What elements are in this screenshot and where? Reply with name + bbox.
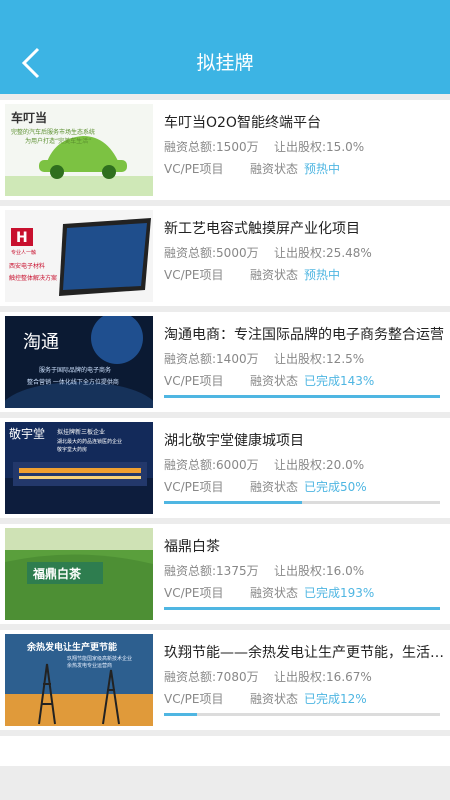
project-name: 湖北敬宇堂健康城项目 [164,433,304,449]
financing-total: 融资总额:1375万 [164,564,259,578]
status-badge: 预热中 [304,162,341,176]
nav-bar: 拟挂牌 [0,32,450,94]
equity-offered: 让出股权:20.0% [274,458,365,472]
project-type: VC/PE项目 [164,586,224,600]
thumb-caption: 为用户打造“完美车生活” [25,137,91,145]
status-label: 融资状态 [250,586,299,600]
thumb-brand: 敬宇堂 [9,427,45,441]
project-thumbnail: 车叮当 完整的汽车后服务市场生态系统 为用户打造“完美车生活” [5,104,153,196]
project-name: 淘通电商：专注国际品牌的电子商务整合运营 [164,327,444,343]
project-name: 新工艺电容式触摸屏产业化项目 [164,221,360,237]
progress-bar [164,713,440,716]
project-type: VC/PE项目 [164,268,224,282]
project-thumbnail: H 专业人一触 西安电子材料 触控整体解决方案 [5,210,153,302]
equity-offered: 让出股权:15.0% [274,140,365,154]
page-title: 拟挂牌 [196,52,254,74]
status-label: 融资状态 [250,162,299,176]
thumb-caption: 专业人一触 [11,249,36,256]
thumb-caption: 服务于国际品牌的电子商务 [39,366,111,374]
financing-total: 融资总额:1500万 [164,140,259,154]
project-type: VC/PE项目 [164,692,224,706]
project-name: 车叮当O2O智能终端平台 [164,115,321,131]
project-thumbnail: 淘通 服务于国际品牌的电子商务 整合营销 一体化线下全方位提供商 [5,316,153,408]
financing-total: 融资总额:1400万 [164,352,259,366]
project-card-partial[interactable] [0,736,450,766]
project-card[interactable]: H 专业人一触 西安电子材料 触控整体解决方案 新工艺电容式触摸屏产业化项目 融… [0,206,450,306]
progress-fill [164,501,302,504]
progress-fill [164,607,440,610]
project-type: VC/PE项目 [164,162,224,176]
project-card[interactable]: 福鼎白茶 福鼎白茶 融资总额:1375万 让出股权:16.0% VC/PE项目 … [0,524,450,624]
status-badge: 已完成193% [304,586,375,600]
thumb-caption: 触控整体解决方案 [9,274,57,282]
thumb-caption: 完整的汽车后服务市场生态系统 [11,128,95,136]
thumb-brand: 福鼎白茶 [32,566,82,581]
thumb-caption: 余热发电专业运营商 [67,662,112,669]
thumb-brand: 车叮当 [11,110,47,125]
project-card[interactable]: 淘通 服务于国际品牌的电子商务 整合营销 一体化线下全方位提供商 淘通电商：专注… [0,312,450,412]
thumb-caption: 玖翔节能国家级高新技术企业 [67,655,132,662]
status-label: 融资状态 [250,692,299,706]
thumb-brand: 淘通 [23,332,59,353]
thumb-brand: 余热发电让生产更节能 [26,641,117,653]
project-card[interactable]: 车叮当 完整的汽车后服务市场生态系统 为用户打造“完美车生活” 车叮当O2O智能… [0,100,450,200]
project-list: 车叮当 完整的汽车后服务市场生态系统 为用户打造“完美车生活” 车叮当O2O智能… [0,94,450,766]
financing-total: 融资总额:5000万 [164,246,259,260]
equity-offered: 让出股权:16.0% [274,564,365,578]
progress-fill [164,395,440,398]
status-badge: 已完成12% [304,692,367,706]
financing-total: 融资总额:6000万 [164,458,259,472]
project-type: VC/PE项目 [164,480,224,494]
project-thumbnail: 敬宇堂 拟挂牌新三板企业 湖北最大的药品连锁医药企业 敬宇堂大药房 [5,422,153,514]
status-badge: 已完成50% [304,480,367,494]
thumb-brand: H [16,230,28,246]
status-bar [0,0,450,32]
progress-bar [164,607,440,610]
project-thumbnail: 余热发电让生产更节能 玖翔节能国家级高新技术企业 余热发电专业运营商 [5,634,153,726]
progress-fill [164,713,198,716]
project-card[interactable]: 余热发电让生产更节能 玖翔节能国家级高新技术企业 余热发电专业运营商 玖翔节能—… [0,630,450,730]
project-name: 玖翔节能——余热发电让生产更节能，生活更美好 [164,645,444,661]
project-name: 福鼎白茶 [164,539,220,555]
equity-offered: 让出股权:12.5% [274,352,365,366]
equity-offered: 让出股权:16.67% [274,670,372,684]
thumb-caption: 湖北最大的药品连锁医药企业 [57,438,122,445]
status-label: 融资状态 [250,268,299,282]
project-thumbnail: 福鼎白茶 [5,528,153,620]
thumb-caption: 西安电子材料 [9,262,45,270]
status-label: 融资状态 [250,374,299,388]
equity-offered: 让出股权:25.48% [274,246,372,260]
status-badge: 预热中 [304,268,341,282]
progress-bar [164,501,440,504]
financing-total: 融资总额:7080万 [164,670,259,684]
status-badge: 已完成143% [304,374,375,388]
project-card[interactable]: 敬宇堂 拟挂牌新三板企业 湖北最大的药品连锁医药企业 敬宇堂大药房 湖北敬宇堂健… [0,418,450,518]
thumb-caption: 拟挂牌新三板企业 [57,428,105,436]
project-type: VC/PE项目 [164,374,224,388]
progress-bar [164,395,440,398]
thumb-caption: 整合营销 一体化线下全方位提供商 [27,378,119,386]
status-label: 融资状态 [250,480,299,494]
thumb-caption: 敬宇堂大药房 [57,446,87,453]
